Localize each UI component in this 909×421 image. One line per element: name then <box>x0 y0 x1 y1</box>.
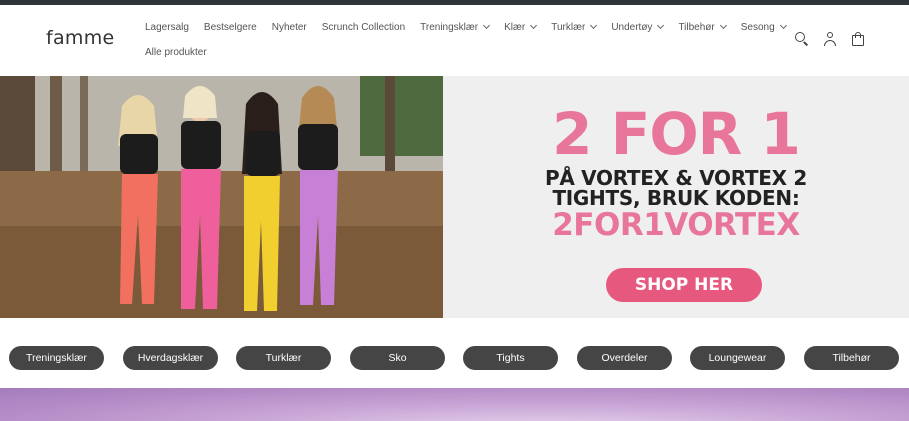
chevron-down-icon <box>719 21 727 30</box>
chevron-down-icon <box>530 21 538 30</box>
promo-panel: 2 FOR 1 PÅ VORTEX & VORTEX 2 TIGHTS, BRU… <box>443 76 909 318</box>
promo-code: 2FOR1VORTEX <box>552 207 800 243</box>
nav-item-scrunch-collection[interactable]: Scrunch Collection <box>322 22 405 33</box>
category-pill-tights[interactable]: Tights <box>463 346 558 370</box>
nav-item-tilbehor[interactable]: Tilbehør <box>678 21 727 33</box>
category-pill-turklaer[interactable]: Turklær <box>236 346 331 370</box>
header-icons <box>795 32 865 46</box>
nav-item-undertoy[interactable]: Undertøy <box>611 21 665 33</box>
category-pill-treningsklaer[interactable]: Treningsklær <box>9 346 104 370</box>
hero-photo[interactable] <box>0 76 443 318</box>
hero-photo-illustration <box>0 76 443 318</box>
nav-row-2: Alle produkter <box>145 42 785 62</box>
nav-item-turklaer[interactable]: Turklær <box>551 21 598 33</box>
nav-item-nyheter[interactable]: Nyheter <box>272 22 307 33</box>
account-icon[interactable] <box>823 32 837 46</box>
logo[interactable]: famme <box>46 27 115 49</box>
nav-item-bestselgere[interactable]: Bestselgere <box>204 22 257 33</box>
nav-item-klaer[interactable]: Klær <box>504 21 538 33</box>
category-bar: Treningsklær Hverdagsklær Turklær Sko Ti… <box>0 318 909 388</box>
chevron-down-icon <box>590 21 598 30</box>
cart-icon[interactable] <box>851 32 865 46</box>
nav-item-treningsklaer[interactable]: Treningsklær <box>420 21 491 33</box>
nav-item-alle-produkter[interactable]: Alle produkter <box>145 47 207 58</box>
hero-banner[interactable]: 2 FOR 1 PÅ VORTEX & VORTEX 2 TIGHTS, BRU… <box>0 76 909 318</box>
chevron-down-icon <box>779 21 787 30</box>
promo-headline: 2 FOR 1 <box>552 100 801 168</box>
main-nav: Lagersalg Bestselgere Nyheter Scrunch Co… <box>145 17 787 62</box>
search-icon[interactable] <box>795 32 809 46</box>
chevron-down-icon <box>657 21 665 30</box>
shop-her-button[interactable]: SHOP HER <box>606 268 762 302</box>
nav-item-lagersalg[interactable]: Lagersalg <box>145 22 189 33</box>
category-pill-tilbehor[interactable]: Tilbehør <box>804 346 899 370</box>
next-section-banner[interactable] <box>0 388 909 421</box>
site-header: famme Lagersalg Bestselgere Nyheter Scru… <box>0 5 909 76</box>
chevron-down-icon <box>483 21 491 30</box>
category-pill-loungewear[interactable]: Loungewear <box>690 346 785 370</box>
nav-item-sesong[interactable]: Sesong <box>741 21 787 33</box>
nav-row-1: Lagersalg Bestselgere Nyheter Scrunch Co… <box>145 17 787 37</box>
category-pill-overdeler[interactable]: Overdeler <box>577 346 672 370</box>
category-pill-sko[interactable]: Sko <box>350 346 445 370</box>
category-pill-hverdagsklaer[interactable]: Hverdagsklær <box>123 346 218 370</box>
